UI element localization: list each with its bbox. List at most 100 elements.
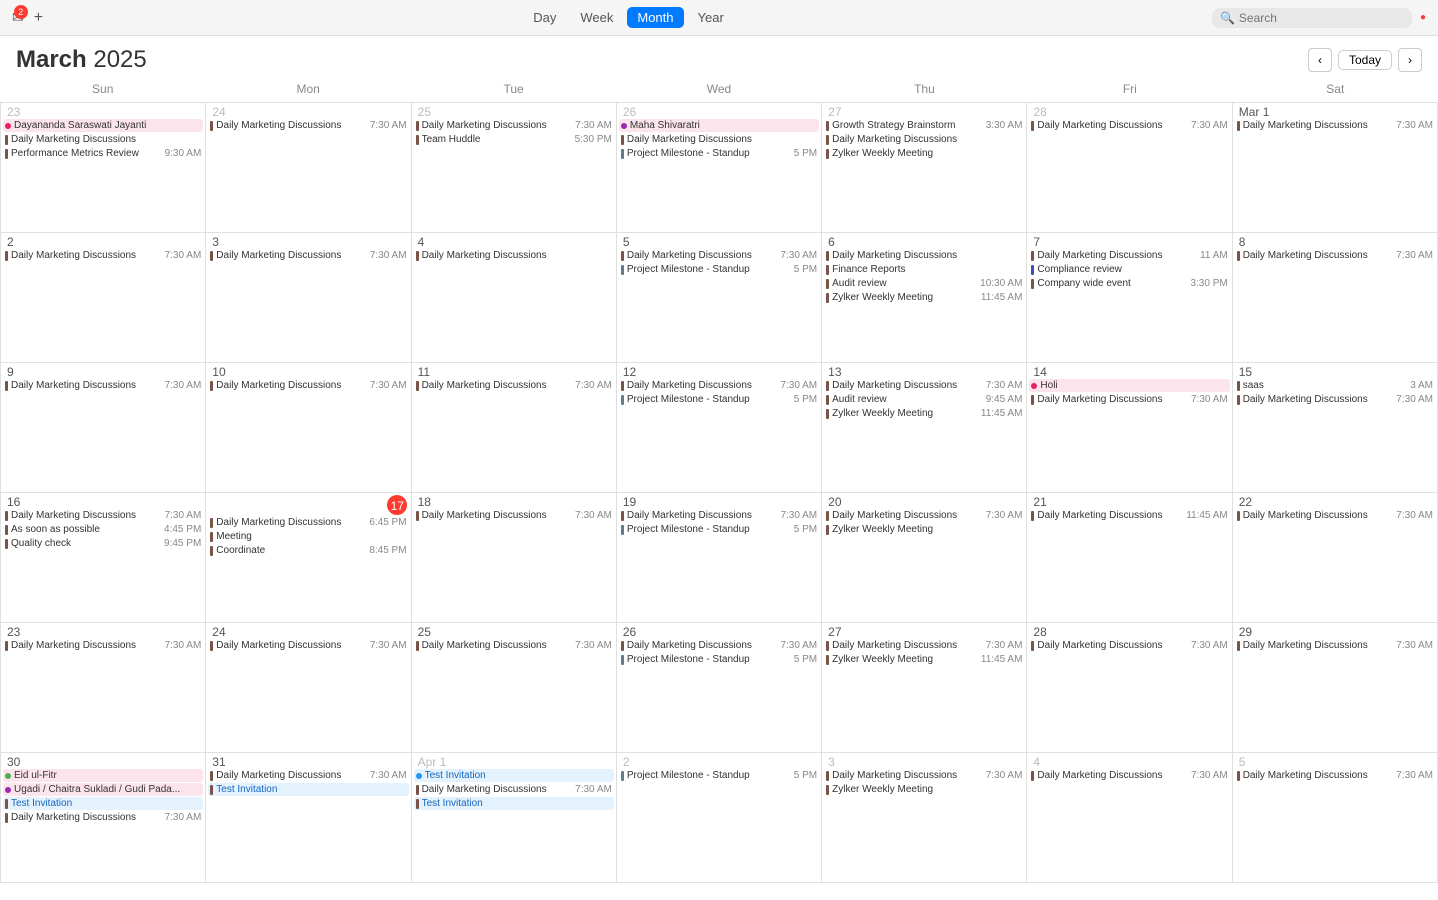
cal-cell-week2-day5[interactable]: 14HoliDaily Marketing Discussions7:30 AM <box>1027 363 1232 493</box>
event-0-2-1[interactable]: Team Huddle5:30 PM <box>414 133 614 146</box>
cal-cell-week1-day5[interactable]: 7Daily Marketing Discussions11 AMComplia… <box>1027 233 1232 363</box>
cal-cell-week4-day2[interactable]: 25Daily Marketing Discussions7:30 AM <box>412 623 617 753</box>
event-5-5-0[interactable]: Daily Marketing Discussions7:30 AM <box>1029 769 1229 782</box>
event-0-4-1[interactable]: Daily Marketing Discussions <box>824 133 1024 146</box>
event-1-5-2[interactable]: Company wide event3:30 PM <box>1029 277 1229 290</box>
event-1-3-0[interactable]: Daily Marketing Discussions7:30 AM <box>619 249 819 262</box>
event-1-0-0[interactable]: Daily Marketing Discussions7:30 AM <box>3 249 203 262</box>
event-1-4-1[interactable]: Finance Reports <box>824 263 1024 276</box>
cal-cell-week3-day0[interactable]: 16Daily Marketing Discussions7:30 AMAs s… <box>1 493 206 623</box>
event-1-6-0[interactable]: Daily Marketing Discussions7:30 AM <box>1235 249 1435 262</box>
event-0-3-1[interactable]: Daily Marketing Discussions <box>619 133 819 146</box>
cal-cell-week5-day6[interactable]: 5Daily Marketing Discussions7:30 AM <box>1233 753 1438 883</box>
cal-cell-week0-day1[interactable]: 24Daily Marketing Discussions7:30 AM <box>206 103 411 233</box>
cal-cell-week3-day5[interactable]: 21Daily Marketing Discussions11:45 AM <box>1027 493 1232 623</box>
event-3-6-0[interactable]: Daily Marketing Discussions7:30 AM <box>1235 509 1435 522</box>
event-0-0-2[interactable]: Performance Metrics Review9:30 AM <box>3 147 203 160</box>
cal-cell-week2-day2[interactable]: 11Daily Marketing Discussions7:30 AM <box>412 363 617 493</box>
month-view-button[interactable]: Month <box>627 7 683 28</box>
event-2-5-1[interactable]: Daily Marketing Discussions7:30 AM <box>1029 393 1229 406</box>
event-1-3-1[interactable]: Project Milestone - Standup5 PM <box>619 263 819 276</box>
event-0-2-0[interactable]: Daily Marketing Discussions7:30 AM <box>414 119 614 132</box>
event-1-1-0[interactable]: Daily Marketing Discussions7:30 AM <box>208 249 408 262</box>
cal-cell-week3-day4[interactable]: 20Daily Marketing Discussions7:30 AMZylk… <box>822 493 1027 623</box>
event-4-1-0[interactable]: Daily Marketing Discussions7:30 AM <box>208 639 408 652</box>
cal-cell-week2-day1[interactable]: 10Daily Marketing Discussions7:30 AM <box>206 363 411 493</box>
cal-cell-week5-day3[interactable]: 2Project Milestone - Standup5 PM <box>617 753 822 883</box>
event-2-4-1[interactable]: Audit review9:45 AM <box>824 393 1024 406</box>
cal-cell-week0-day5[interactable]: 28Daily Marketing Discussions7:30 AM <box>1027 103 1232 233</box>
event-4-3-1[interactable]: Project Milestone - Standup5 PM <box>619 653 819 666</box>
cal-cell-week5-day0[interactable]: 30Eid ul-FitrUgadi / Chaitra Sukladi / G… <box>1 753 206 883</box>
event-3-4-1[interactable]: Zylker Weekly Meeting <box>824 523 1024 536</box>
event-0-4-0[interactable]: Growth Strategy Brainstorm3:30 AM <box>824 119 1024 132</box>
event-2-5-0[interactable]: Holi <box>1029 379 1229 392</box>
cal-cell-week5-day2[interactable]: Apr 1Test InvitationDaily Marketing Disc… <box>412 753 617 883</box>
cal-cell-week5-day4[interactable]: 3Daily Marketing Discussions7:30 AMZylke… <box>822 753 1027 883</box>
event-3-3-1[interactable]: Project Milestone - Standup5 PM <box>619 523 819 536</box>
event-1-4-0[interactable]: Daily Marketing Discussions <box>824 249 1024 262</box>
event-3-1-1[interactable]: Meeting <box>208 530 408 543</box>
event-4-2-0[interactable]: Daily Marketing Discussions7:30 AM <box>414 639 614 652</box>
event-5-6-0[interactable]: Daily Marketing Discussions7:30 AM <box>1235 769 1435 782</box>
event-5-1-0[interactable]: Daily Marketing Discussions7:30 AM <box>208 769 408 782</box>
cal-cell-week0-day4[interactable]: 27Growth Strategy Brainstorm3:30 AMDaily… <box>822 103 1027 233</box>
event-4-4-1[interactable]: Zylker Weekly Meeting11:45 AM <box>824 653 1024 666</box>
search-input[interactable] <box>1239 11 1399 25</box>
cal-cell-week4-day5[interactable]: 28Daily Marketing Discussions7:30 AM <box>1027 623 1232 753</box>
event-1-5-0[interactable]: Daily Marketing Discussions11 AM <box>1029 249 1229 262</box>
event-5-3-0[interactable]: Project Milestone - Standup5 PM <box>619 769 819 782</box>
event-3-0-1[interactable]: As soon as possible4:45 PM <box>3 523 203 536</box>
event-5-2-1[interactable]: Daily Marketing Discussions7:30 AM <box>414 783 614 796</box>
year-view-button[interactable]: Year <box>688 7 734 28</box>
cal-cell-week0-day3[interactable]: 26Maha ShivaratriDaily Marketing Discuss… <box>617 103 822 233</box>
cal-cell-week1-day3[interactable]: 5Daily Marketing Discussions7:30 AMProje… <box>617 233 822 363</box>
cal-cell-week4-day3[interactable]: 26Daily Marketing Discussions7:30 AMProj… <box>617 623 822 753</box>
cal-cell-week3-day1[interactable]: 17Daily Marketing Discussions6:45 PMMeet… <box>206 493 411 623</box>
cal-cell-week3-day3[interactable]: 19Daily Marketing Discussions7:30 AMProj… <box>617 493 822 623</box>
next-month-button[interactable]: › <box>1398 48 1422 72</box>
cal-cell-week5-day1[interactable]: 31Daily Marketing Discussions7:30 AMTest… <box>206 753 411 883</box>
week-view-button[interactable]: Week <box>570 7 623 28</box>
event-2-1-0[interactable]: Daily Marketing Discussions7:30 AM <box>208 379 408 392</box>
cal-cell-week4-day0[interactable]: 23Daily Marketing Discussions7:30 AM <box>1 623 206 753</box>
event-3-2-0[interactable]: Daily Marketing Discussions7:30 AM <box>414 509 614 522</box>
event-0-0-0[interactable]: Dayananda Saraswati Jayanti <box>3 119 203 132</box>
cal-cell-week2-day0[interactable]: 9Daily Marketing Discussions7:30 AM <box>1 363 206 493</box>
cal-cell-week4-day4[interactable]: 27Daily Marketing Discussions7:30 AMZylk… <box>822 623 1027 753</box>
event-3-1-2[interactable]: Coordinate8:45 PM <box>208 544 408 557</box>
event-5-1-1[interactable]: Test Invitation <box>208 783 408 796</box>
event-4-3-0[interactable]: Daily Marketing Discussions7:30 AM <box>619 639 819 652</box>
event-3-1-0[interactable]: Daily Marketing Discussions6:45 PM <box>208 516 408 529</box>
event-0-1-0[interactable]: Daily Marketing Discussions7:30 AM <box>208 119 408 132</box>
cal-cell-week1-day2[interactable]: 4Daily Marketing Discussions <box>412 233 617 363</box>
cal-cell-week3-day2[interactable]: 18Daily Marketing Discussions7:30 AM <box>412 493 617 623</box>
event-0-0-1[interactable]: Daily Marketing Discussions <box>3 133 203 146</box>
event-2-4-0[interactable]: Daily Marketing Discussions7:30 AM <box>824 379 1024 392</box>
cal-cell-week0-day2[interactable]: 25Daily Marketing Discussions7:30 AMTeam… <box>412 103 617 233</box>
event-0-5-0[interactable]: Daily Marketing Discussions7:30 AM <box>1029 119 1229 132</box>
cal-cell-week1-day6[interactable]: 8Daily Marketing Discussions7:30 AM <box>1233 233 1438 363</box>
event-4-4-0[interactable]: Daily Marketing Discussions7:30 AM <box>824 639 1024 652</box>
event-2-6-0[interactable]: saas3 AM <box>1235 379 1435 392</box>
event-3-0-2[interactable]: Quality check9:45 PM <box>3 537 203 550</box>
event-5-4-0[interactable]: Daily Marketing Discussions7:30 AM <box>824 769 1024 782</box>
event-4-5-0[interactable]: Daily Marketing Discussions7:30 AM <box>1029 639 1229 652</box>
cal-cell-week1-day4[interactable]: 6Daily Marketing DiscussionsFinance Repo… <box>822 233 1027 363</box>
event-4-6-0[interactable]: Daily Marketing Discussions7:30 AM <box>1235 639 1435 652</box>
event-1-4-2[interactable]: Audit review10:30 AM <box>824 277 1024 290</box>
event-0-3-2[interactable]: Project Milestone - Standup5 PM <box>619 147 819 160</box>
event-3-3-0[interactable]: Daily Marketing Discussions7:30 AM <box>619 509 819 522</box>
event-5-2-0[interactable]: Test Invitation <box>414 769 614 782</box>
event-2-3-0[interactable]: Daily Marketing Discussions7:30 AM <box>619 379 819 392</box>
event-5-0-0[interactable]: Eid ul-Fitr <box>3 769 203 782</box>
cal-cell-week0-day6[interactable]: Mar 1Daily Marketing Discussions7:30 AM <box>1233 103 1438 233</box>
cal-cell-week4-day1[interactable]: 24Daily Marketing Discussions7:30 AM <box>206 623 411 753</box>
event-2-4-2[interactable]: Zylker Weekly Meeting11:45 AM <box>824 407 1024 420</box>
add-button[interactable]: + <box>32 7 45 29</box>
event-0-6-0[interactable]: Daily Marketing Discussions7:30 AM <box>1235 119 1435 132</box>
event-3-0-0[interactable]: Daily Marketing Discussions7:30 AM <box>3 509 203 522</box>
cal-cell-week2-day6[interactable]: 15saas3 AMDaily Marketing Discussions7:3… <box>1233 363 1438 493</box>
event-0-3-0[interactable]: Maha Shivaratri <box>619 119 819 132</box>
event-3-5-0[interactable]: Daily Marketing Discussions11:45 AM <box>1029 509 1229 522</box>
